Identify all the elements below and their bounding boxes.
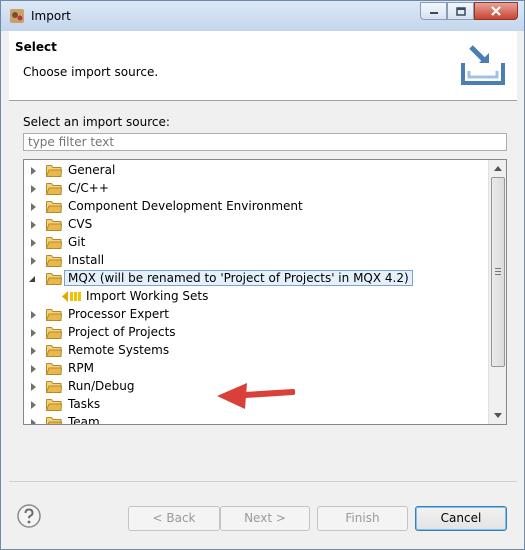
- tree-item-label: Import Working Sets: [86, 289, 209, 303]
- tree-item[interactable]: Git: [24, 234, 490, 252]
- tree-item-label: MQX (will be renamed to 'Project of Proj…: [64, 270, 413, 286]
- tree-item[interactable]: CVS: [24, 216, 490, 234]
- footer-separator: [9, 481, 517, 482]
- tree-item[interactable]: MQX (will be renamed to 'Project of Proj…: [24, 270, 490, 288]
- collapsed-twistie-icon[interactable]: [31, 257, 36, 265]
- tree-item-label: Team: [68, 415, 100, 425]
- collapsed-twistie-icon[interactable]: [31, 419, 36, 424]
- tree-child-item[interactable]: Import Working Sets: [24, 288, 490, 306]
- import-banner-icon: [461, 45, 505, 85]
- folder-icon: [45, 344, 63, 357]
- collapsed-twistie-icon[interactable]: [31, 311, 36, 319]
- collapsed-twistie-icon[interactable]: [31, 401, 36, 409]
- tree-item-label: Install: [68, 253, 105, 267]
- finish-button[interactable]: Finish: [317, 506, 408, 531]
- folder-icon: [46, 416, 63, 424]
- scroll-thumb[interactable]: [491, 177, 505, 367]
- expanded-twistie-icon[interactable]: [29, 276, 35, 282]
- scroll-up-button[interactable]: [489, 160, 506, 177]
- tree-item[interactable]: Component Development Environment: [24, 198, 490, 216]
- maximize-button[interactable]: [447, 2, 474, 20]
- wizard-body: Select an import source: General C/C++ Com…: [9, 101, 517, 481]
- folder-icon: [45, 182, 63, 195]
- collapsed-twistie-icon[interactable]: [31, 221, 36, 229]
- filter-input[interactable]: [23, 133, 507, 151]
- tree-item-label: RPM: [68, 361, 94, 375]
- tree-item[interactable]: Install: [24, 252, 490, 270]
- tree-scrollbar[interactable]: [488, 160, 506, 424]
- folder-icon: [45, 236, 63, 249]
- title-bar[interactable]: Import: [1, 1, 524, 31]
- collapsed-twistie-icon[interactable]: [31, 239, 36, 247]
- thumb-grip: [495, 268, 501, 269]
- folder-icon: [45, 272, 63, 285]
- thumb-grip: [495, 274, 501, 275]
- chevron-down-icon: [493, 413, 502, 418]
- folder-icon: [45, 362, 63, 375]
- tree-item-label: Component Development Environment: [68, 199, 303, 213]
- collapsed-twistie-icon[interactable]: [31, 203, 36, 211]
- maximize-icon: [455, 6, 466, 16]
- collapsed-twistie-icon[interactable]: [31, 329, 36, 337]
- red-arrow-icon: [217, 383, 295, 409]
- tree-item[interactable]: General: [24, 162, 490, 180]
- import-dialog: Import Select Choose import source. Sele…: [0, 0, 525, 550]
- collapsed-twistie-icon[interactable]: [31, 365, 36, 373]
- wizard-header: Select Choose import source.: [9, 31, 517, 101]
- tree-item-label: General: [68, 163, 116, 177]
- folder-icon: [45, 380, 63, 393]
- folder-icon: [45, 326, 63, 339]
- close-button[interactable]: [474, 2, 518, 20]
- source-label: Select an import source:: [23, 115, 170, 129]
- folder-icon: [45, 254, 63, 267]
- help-icon[interactable]: [16, 503, 42, 529]
- tree-item-label: Run/Debug: [68, 379, 135, 393]
- working-sets-icon: [62, 290, 81, 303]
- folder-icon: [45, 308, 63, 321]
- tree-item-label: Git: [68, 235, 86, 249]
- minimize-icon: [429, 12, 438, 14]
- window-controls: [420, 2, 518, 22]
- cancel-button[interactable]: Cancel: [415, 506, 507, 531]
- page-description: Choose import source.: [23, 65, 159, 79]
- tree-item[interactable]: Processor Expert: [24, 306, 490, 324]
- folder-icon: [45, 398, 63, 411]
- page-title: Select: [15, 40, 57, 54]
- back-button[interactable]: < Back: [128, 506, 220, 531]
- tree-item[interactable]: RPM: [24, 360, 490, 378]
- folder-icon: [45, 164, 63, 177]
- tree-item-label: Project of Projects: [68, 325, 176, 339]
- window-title: Import: [31, 9, 71, 23]
- close-icon: [491, 6, 501, 16]
- import-app-icon: [10, 9, 24, 23]
- tree-item-label: Remote Systems: [68, 343, 170, 357]
- tree-item[interactable]: Team: [24, 414, 490, 425]
- folder-icon: [45, 218, 63, 231]
- tree-item-label: C/C++: [68, 181, 109, 195]
- chevron-up-icon: [493, 166, 502, 171]
- tree-item[interactable]: C/C++: [24, 180, 490, 198]
- collapsed-twistie-icon[interactable]: [31, 347, 36, 355]
- tree-item[interactable]: Project of Projects: [24, 324, 490, 342]
- tree-item-label: CVS: [68, 217, 93, 231]
- minimize-button[interactable]: [420, 2, 447, 20]
- collapsed-twistie-icon[interactable]: [31, 383, 36, 391]
- tree-item[interactable]: Remote Systems: [24, 342, 490, 360]
- collapsed-twistie-icon[interactable]: [31, 167, 36, 175]
- tree-item-label: Tasks: [68, 397, 101, 411]
- thumb-grip: [495, 271, 501, 272]
- next-button[interactable]: Next >: [220, 506, 310, 531]
- tree-item-label: Processor Expert: [68, 307, 169, 321]
- collapsed-twistie-icon[interactable]: [31, 185, 36, 193]
- folder-icon: [45, 200, 63, 213]
- scroll-down-button[interactable]: [489, 407, 506, 424]
